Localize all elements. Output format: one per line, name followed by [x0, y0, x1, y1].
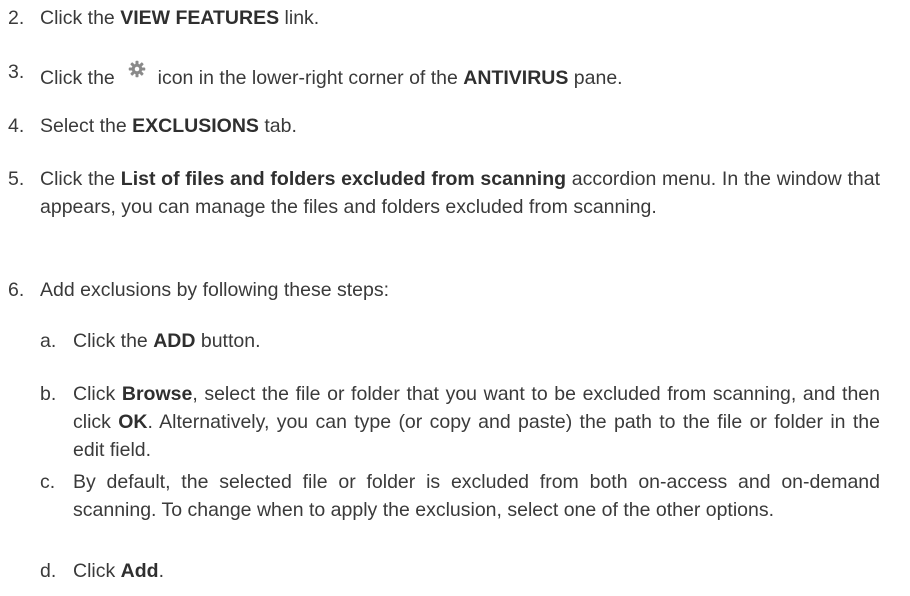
step-2: 2. Click the VIEW FEATURES link. — [0, 4, 880, 32]
step-3: 3. Click the icon in the lower-right cor… — [0, 58, 880, 92]
step-4: 4. Select the EXCLUSIONS tab. — [0, 112, 880, 140]
step-number: 6. — [8, 279, 25, 301]
substep-text: Click Browse, select the file or folder … — [73, 383, 880, 461]
bold-term: ANTIVIRUS — [463, 67, 569, 89]
step-6: 6. Add exclusions by following these ste… — [0, 276, 880, 304]
step-5: 5. Click the List of files and folders e… — [0, 165, 880, 221]
substep-c: c. By default, the selected file or fold… — [0, 468, 880, 524]
substep-text: By default, the selected file or folder … — [73, 471, 880, 521]
step-number: 3. — [8, 61, 25, 83]
bold-term: List of files and folders excluded from … — [120, 168, 567, 190]
bold-term: VIEW FEATURES — [120, 7, 280, 29]
substep-a: a. Click the ADD button. — [0, 327, 880, 355]
step-text: Click the VIEW FEATURES link. — [40, 7, 320, 29]
bold-term: Browse — [121, 383, 193, 405]
bold-term: EXCLUSIONS — [132, 115, 259, 137]
substep-letter: d. — [40, 560, 57, 582]
step-text: Click the icon in the lower-right corner… — [40, 58, 880, 92]
substep-letter: a. — [40, 330, 57, 352]
substep-b: b. Click Browse, select the file or fold… — [0, 380, 880, 464]
step-number: 4. — [8, 115, 25, 137]
step-number: 5. — [8, 168, 25, 190]
step-text: Select the EXCLUSIONS tab. — [40, 115, 297, 137]
substep-text: Click the ADD button. — [73, 330, 261, 352]
bold-term: ADD — [153, 330, 196, 352]
bold-term: OK — [118, 411, 148, 433]
step-text: Add exclusions by following these steps: — [40, 279, 390, 301]
instructions-document: 2. Click the VIEW FEATURES link. 3. Clic… — [0, 0, 910, 596]
bold-term: Add — [120, 560, 159, 582]
step-text: Click the List of files and folders excl… — [40, 168, 880, 218]
substep-letter: b. — [40, 383, 57, 405]
substep-letter: c. — [40, 471, 56, 493]
substep-text: Click Add. — [73, 560, 164, 582]
gear-icon — [128, 58, 146, 78]
substep-d: d. Click Add. — [0, 557, 880, 585]
step-number: 2. — [8, 7, 25, 29]
